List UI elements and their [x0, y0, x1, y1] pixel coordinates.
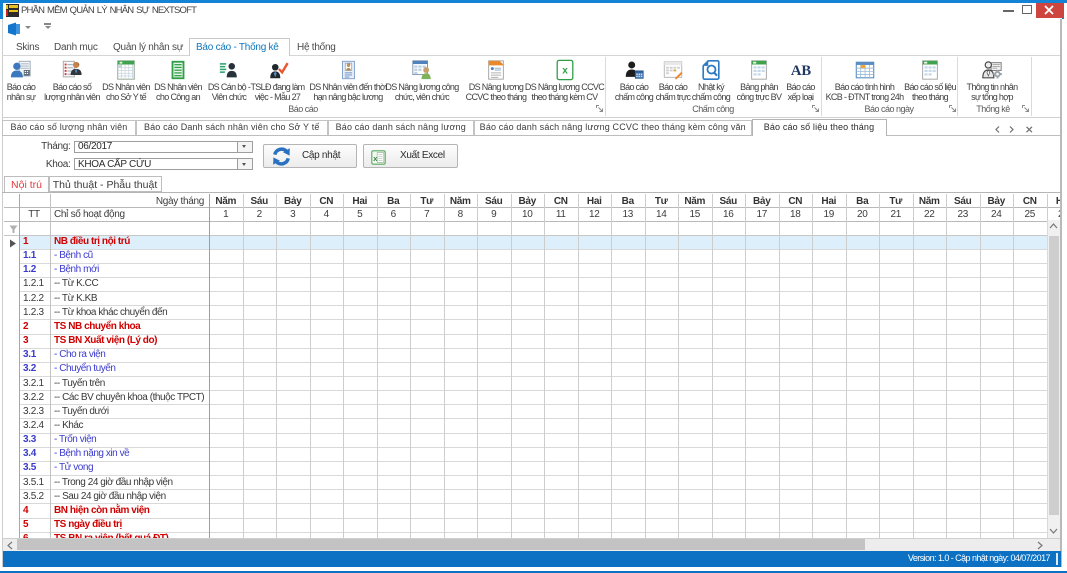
- svg-text:AB: AB: [790, 63, 811, 79]
- svg-text:x: x: [562, 65, 568, 76]
